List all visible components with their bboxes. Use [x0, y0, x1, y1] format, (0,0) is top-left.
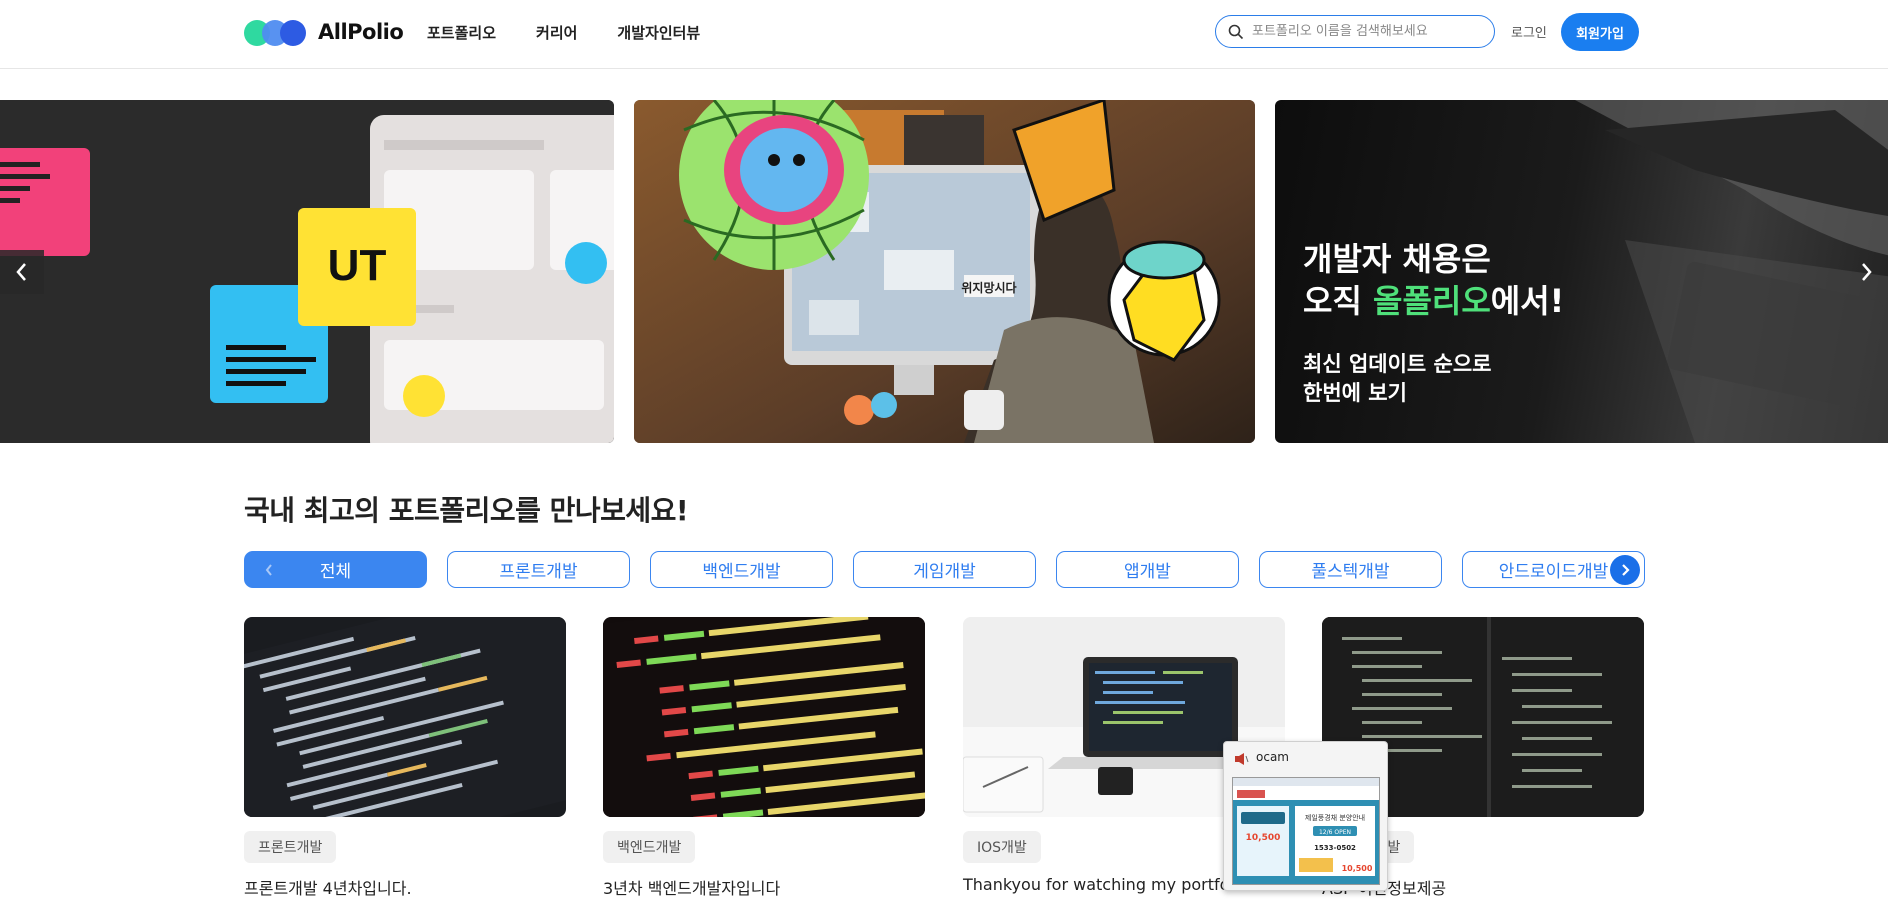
carousel-next-button[interactable] — [1844, 250, 1888, 294]
card-tag: 프론트개발 — [244, 831, 337, 863]
chevron-right-icon — [1622, 564, 1630, 576]
recruit-headline: 개발자 채용은 오직 올폴리오에서! — [1303, 238, 1564, 322]
logo-text: AllPolio — [318, 20, 404, 44]
search-input[interactable] — [1252, 24, 1472, 39]
chip-frontend[interactable]: 프론트개발 — [447, 551, 630, 588]
signup-button[interactable]: 회원가입 — [1561, 13, 1639, 51]
hero-slide-recruit[interactable]: 개발자 채용은 오직 올폴리오에서! 최신 업데이트 순으로 한번에 보기 — [1275, 100, 1888, 443]
chevron-right-icon — [1862, 263, 1872, 281]
category-chips: 전체 프론트개발 백엔드개발 게임개발 앱개발 풀스텍개발 안드로이드개발 — [244, 551, 1645, 588]
svg-text:10,500: 10,500 — [1342, 864, 1373, 873]
card-tag: 백엔드개발 — [603, 831, 696, 863]
portfolio-card[interactable]: 프론트개발 프론트개발 4년차입니다. — [244, 617, 566, 899]
card-title[interactable]: 3년차 백엔드개발자입니다 — [603, 875, 925, 899]
chip-game[interactable]: 게임개발 — [853, 551, 1036, 588]
speaker-icon — [1235, 753, 1249, 765]
preview-thumbnail: 제일풍경채 분양안내 12/6 OPEN 1533-0502 10,500 10… — [1233, 778, 1379, 884]
section-title: 국내 최고의 포트폴리오를 만나보세요! — [244, 494, 689, 527]
logo-mark-icon — [244, 18, 308, 46]
ocam-popup[interactable]: ocam 제일풍경채 분양안내 12/6 OPEN 1533-0502 10,5… — [1223, 741, 1388, 891]
headline-line-1: 개발자 채용은 — [1303, 240, 1491, 278]
code-screen-image — [244, 617, 566, 817]
hero-slide-ux[interactable]: UT — [0, 100, 614, 443]
hero-carousel: UT 위지망시다 개발자 채용은 오직 올폴리오에서! 최신 업데이트 순으로 … — [0, 100, 1888, 443]
headline-highlight: 올폴리오 — [1373, 282, 1491, 320]
chips-next-button[interactable] — [1610, 555, 1640, 585]
recruit-copy: 개발자 채용은 오직 올폴리오에서! 최신 업데이트 순으로 한번에 보기 — [1303, 238, 1564, 408]
chevron-left-icon — [265, 564, 272, 576]
nav-career[interactable]: 커리어 — [536, 22, 577, 43]
chip-all[interactable]: 전체 — [244, 551, 427, 588]
preview-phone: 1533-0502 — [1314, 844, 1356, 852]
recruit-subtext: 최신 업데이트 순으로 한번에 보기 — [1303, 352, 1492, 405]
header: AllPolio 포트폴리오 커리어 개발자인터뷰 로그인 회원가입 — [0, 0, 1888, 69]
code-screen-image — [603, 617, 925, 817]
chip-app[interactable]: 앱개발 — [1056, 551, 1239, 588]
developer-photo: 위지망시다 — [634, 100, 1255, 443]
hero-slide-developer[interactable]: 위지망시다 — [634, 100, 1255, 443]
chips-prev-button[interactable] — [258, 559, 280, 581]
carousel-prev-button[interactable] — [0, 250, 44, 294]
card-title[interactable]: 프론트개발 4년차입니다. — [244, 875, 566, 899]
preview-price: 10,500 — [1246, 833, 1281, 843]
card-thumbnail[interactable] — [603, 617, 925, 817]
nav-portfolio[interactable]: 포트폴리오 — [427, 22, 496, 43]
search-icon — [1228, 24, 1244, 39]
preview-text-1: 제일풍경채 분양안내 — [1305, 813, 1365, 822]
preview-text-2: 12/6 OPEN — [1319, 829, 1351, 836]
chip-fullstack[interactable]: 풀스텍개발 — [1259, 551, 1442, 588]
portfolio-card[interactable]: 백엔드개발 3년차 백엔드개발자입니다 — [603, 617, 925, 899]
main-nav: 포트폴리오 커리어 개발자인터뷰 — [427, 0, 700, 64]
ux-illustration: UT — [0, 100, 614, 443]
nav-interview[interactable]: 개발자인터뷰 — [617, 22, 700, 43]
ux-badge-text: UT — [328, 241, 387, 290]
login-link[interactable]: 로그인 — [1511, 22, 1547, 41]
logo[interactable]: AllPolio — [244, 17, 404, 47]
chevron-left-icon — [16, 263, 26, 281]
ocam-title: ocam — [1256, 750, 1289, 764]
card-tag: IOS개발 — [963, 831, 1041, 863]
chip-backend[interactable]: 백엔드개발 — [650, 551, 833, 588]
card-thumbnail[interactable] — [244, 617, 566, 817]
ocam-preview[interactable]: 제일풍경채 분양안내 12/6 OPEN 1533-0502 10,500 10… — [1232, 777, 1380, 885]
monitor-sign-text: 위지망시다 — [961, 280, 1016, 295]
search-box[interactable] — [1215, 15, 1495, 48]
headline-line-2: 오직 올폴리오에서! — [1303, 282, 1565, 320]
